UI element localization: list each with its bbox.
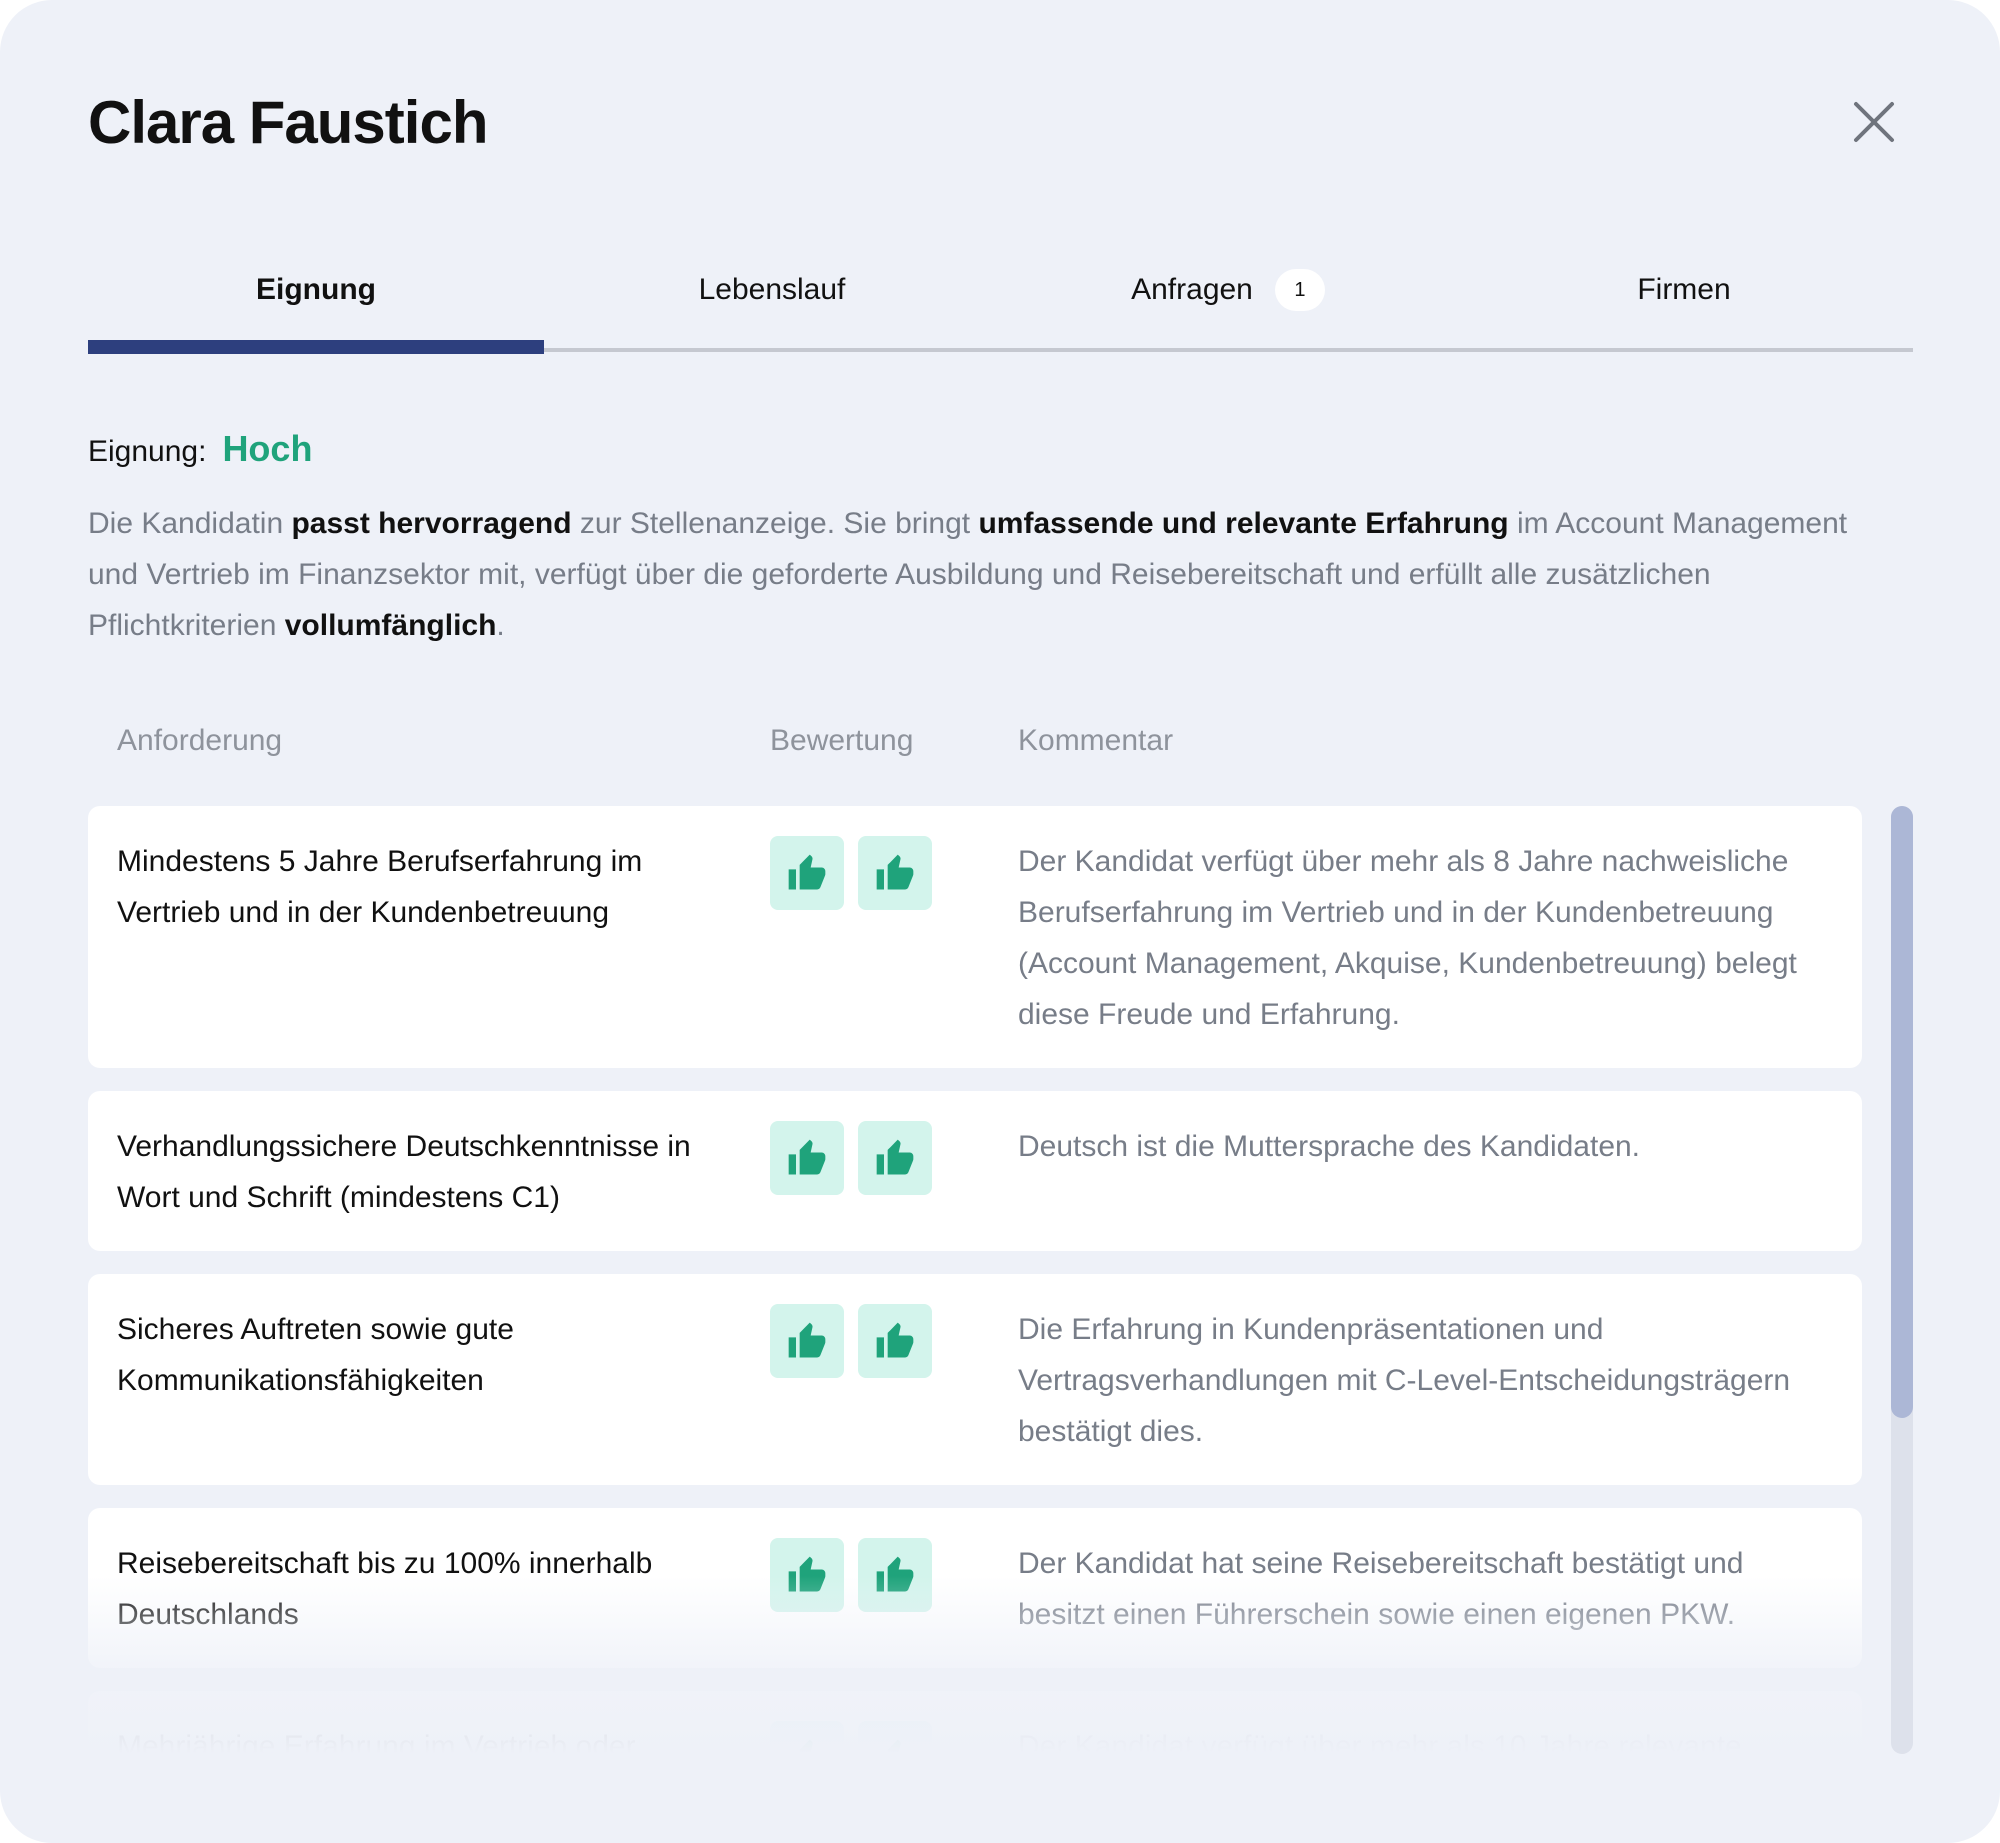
- requirement-text: Verhandlungssichere Deutschkenntnisse in…: [117, 1130, 691, 1214]
- tab-label: Eignung: [256, 273, 376, 306]
- rating-group: [770, 1721, 932, 1754]
- rating-button[interactable]: [858, 1304, 932, 1378]
- table-row: Reisebereitschaft bis zu 100% innerhalb …: [88, 1508, 1862, 1668]
- tab-label: Firmen: [1637, 273, 1731, 306]
- rating-button[interactable]: [858, 836, 932, 910]
- rating-group: [770, 1304, 932, 1378]
- comment-text: Der Kandidat hat seine Reisebereitschaft…: [1018, 1547, 1744, 1631]
- requirement-text: Reisebereitschaft bis zu 100% innerhalb …: [117, 1547, 653, 1631]
- page-title: Clara Faustich: [88, 89, 488, 156]
- scrollbar-track[interactable]: [1891, 806, 1913, 1754]
- thumbs-up-icon: [799, 1739, 825, 1754]
- column-header-rating: Bewertung: [770, 724, 914, 757]
- rating-button[interactable]: [770, 1538, 844, 1612]
- rating-button[interactable]: [858, 1538, 932, 1612]
- close-button[interactable]: [1852, 100, 1896, 144]
- suitability-summary: Eignung: Hoch: [88, 428, 312, 470]
- count-badge: 1: [1274, 269, 1325, 311]
- column-header-requirement: Anforderung: [117, 724, 283, 757]
- thumbs-up-icon: [788, 1556, 826, 1592]
- requirement-text: Mindestens 5 Jahre Berufserfahrung im Ve…: [117, 845, 643, 929]
- rating-button[interactable]: [770, 1721, 844, 1754]
- rating-group: [770, 1538, 932, 1612]
- summary-highlight: umfassende und relevante Erfahrung: [978, 507, 1509, 540]
- candidate-modal: Clara Faustich Eignung Lebenslauf Anfrag…: [0, 0, 2000, 1843]
- rating-button[interactable]: [770, 1304, 844, 1378]
- requirement-text: Sicheres Auftreten sowie gute Kommunikat…: [117, 1313, 514, 1397]
- suitability-label: Eignung:: [88, 435, 207, 468]
- summary-highlight: vollumfänglich: [284, 609, 497, 642]
- thumbs-up-icon: [788, 1322, 826, 1358]
- table-row: Verhandlungssichere Deutschkenntnisse in…: [88, 1091, 1862, 1251]
- tab-firmen[interactable]: Firmen: [1456, 240, 1912, 340]
- tab-anfragen[interactable]: Anfragen 1: [1000, 240, 1456, 340]
- thumbs-up-icon: [876, 1556, 914, 1592]
- rating-button[interactable]: [770, 836, 844, 910]
- close-icon: [1854, 102, 1894, 142]
- tab-label: Lebenslauf: [698, 273, 846, 306]
- thumbs-up-icon: [887, 1739, 913, 1754]
- summary-text: Die Kandidatin: [88, 507, 292, 540]
- table-row: Sicheres Auftreten sowie gute Kommunikat…: [88, 1274, 1862, 1485]
- rating-group: [770, 1121, 932, 1195]
- table-row: Mindestens 5 Jahre Berufserfahrung im Ve…: [88, 806, 1862, 1068]
- table-row: Mehrjährige Erfahrung im Vertrieb oder D…: [88, 1691, 1862, 1754]
- comment-text: Der Kandidat verfügt über mehr als 8 Jah…: [1018, 845, 1797, 1031]
- comment-text: Die Erfahrung in Kundenpräsentationen un…: [1018, 1313, 1791, 1448]
- comment-text: Der Kandidat verfügt über mehr als 10 Ja…: [1018, 1730, 1742, 1754]
- tab-lebenslauf[interactable]: Lebenslauf: [544, 240, 1000, 340]
- rating-button[interactable]: [858, 1121, 932, 1195]
- thumbs-up-icon: [788, 854, 826, 890]
- tab-bar: Eignung Lebenslauf Anfragen 1 Firmen: [88, 240, 1913, 354]
- thumbs-up-icon: [876, 1322, 914, 1358]
- suitability-description: Die Kandidatin passt hervorragend zur St…: [88, 498, 1868, 651]
- thumbs-up-icon: [876, 1139, 914, 1175]
- rating-group: [770, 836, 932, 910]
- rating-button[interactable]: [858, 1721, 932, 1754]
- tab-eignung[interactable]: Eignung: [88, 240, 544, 340]
- tab-label: Anfragen: [1131, 273, 1253, 306]
- requirement-text: Mehrjährige Erfahrung im Vertrieb oder: [117, 1730, 636, 1754]
- active-tab-indicator: [88, 340, 544, 354]
- requirements-list[interactable]: Mindestens 5 Jahre Berufserfahrung im Ve…: [88, 806, 1862, 1754]
- thumbs-up-icon: [876, 854, 914, 890]
- summary-highlight: passt hervorragend: [291, 507, 572, 540]
- column-header-comment: Kommentar: [1018, 724, 1174, 757]
- summary-text: zur Stellenanzeige. Sie bringt: [571, 507, 979, 540]
- comment-text: Deutsch ist die Muttersprache des Kandid…: [1018, 1130, 1641, 1163]
- rating-button[interactable]: [770, 1121, 844, 1195]
- thumbs-up-icon: [788, 1139, 826, 1175]
- scrollbar-thumb[interactable]: [1891, 806, 1913, 1418]
- suitability-value: Hoch: [222, 428, 313, 469]
- summary-text: .: [496, 609, 505, 642]
